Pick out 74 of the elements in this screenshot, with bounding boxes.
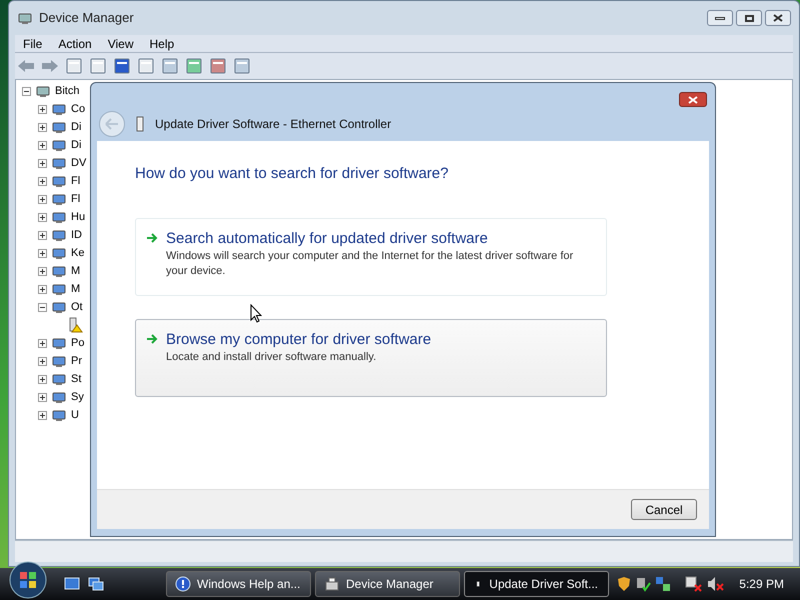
expand-icon[interactable] <box>38 392 47 402</box>
expand-icon[interactable] <box>38 284 47 294</box>
expand-icon[interactable] <box>38 176 47 186</box>
tree-item[interactable]: Fl <box>71 194 80 204</box>
show-desktop-icon[interactable] <box>64 577 80 591</box>
expand-icon[interactable] <box>38 338 47 348</box>
close-button[interactable] <box>679 92 707 107</box>
expand-icon[interactable] <box>38 212 47 222</box>
computer-icon <box>324 576 340 592</box>
back-arrow-icon <box>105 118 119 130</box>
tree-item[interactable]: Pr <box>71 356 82 366</box>
taskbar-button[interactable]: Update Driver Soft... <box>464 571 609 597</box>
arrow-icon <box>146 232 158 244</box>
mouse-pointer-icon <box>250 304 262 323</box>
option-description: Windows will search your computer and the Internet for the latest driver software for your device. <box>166 248 574 278</box>
maximize-button[interactable] <box>736 10 762 26</box>
tree-item[interactable]: ID <box>71 230 82 240</box>
collapse-icon[interactable] <box>22 86 31 96</box>
expand-icon[interactable] <box>38 374 47 384</box>
close-icon <box>773 14 783 22</box>
minimize-button[interactable] <box>707 10 733 26</box>
tree-item[interactable]: Fl <box>71 176 80 186</box>
expand-icon[interactable] <box>38 122 47 132</box>
close-button[interactable] <box>765 10 791 26</box>
menu-item[interactable]: Action <box>52 34 98 52</box>
expand-icon[interactable] <box>38 410 47 420</box>
expand-icon[interactable] <box>38 104 47 114</box>
menu-item[interactable]: File <box>17 34 48 52</box>
switch-windows-icon[interactable] <box>88 577 104 591</box>
tree-item[interactable]: Bitch <box>55 86 80 96</box>
network-icon[interactable] <box>655 576 672 592</box>
tree-item[interactable]: Hu <box>71 212 86 222</box>
expand-icon[interactable] <box>38 230 47 240</box>
taskbar-button[interactable]: Device Manager <box>315 571 460 597</box>
expand-icon[interactable] <box>38 158 47 168</box>
tree-item[interactable]: Sy <box>71 392 84 402</box>
collapse-icon[interactable] <box>38 302 47 312</box>
expand-icon[interactable] <box>38 356 47 366</box>
menu-item[interactable]: View <box>102 34 140 52</box>
shield-icon[interactable] <box>617 576 632 592</box>
menu-item[interactable]: Help <box>144 34 180 52</box>
tree-item[interactable]: DV <box>71 158 86 168</box>
arrow-icon <box>146 332 158 344</box>
tree-item[interactable]: Ke <box>71 248 84 258</box>
cancel-button[interactable]: Cancel <box>631 499 697 520</box>
tree-item[interactable]: Co <box>71 104 86 114</box>
tree-item[interactable]: M <box>71 284 80 294</box>
taskbar-button[interactable]: Windows Help an... <box>166 571 311 597</box>
dialog-title: Update Driver Software - Ethernet Controller <box>155 116 392 133</box>
option-title: Browse my computer for driver software <box>166 330 432 350</box>
window-title: Device Manager <box>39 9 134 28</box>
option-title: Search automatically for updated driver software <box>166 228 489 248</box>
tree-item[interactable]: Po <box>71 338 84 348</box>
option-link[interactable]: Browse my computer for driver software Locate and install driver software manually. <box>135 318 607 396</box>
tree-item[interactable]: Di <box>71 122 82 132</box>
clock[interactable]: 5:29 PM <box>739 575 784 593</box>
expand-icon[interactable] <box>38 266 47 276</box>
volume-muted-icon[interactable] <box>707 576 726 592</box>
expand-icon[interactable] <box>38 194 47 204</box>
tree-item[interactable]: Di <box>71 140 82 150</box>
dialog-heading: How do you want to search for driver software? <box>135 164 450 184</box>
network-disconnected-icon[interactable] <box>685 576 704 592</box>
close-icon <box>688 96 698 104</box>
network-card-icon <box>135 116 145 132</box>
expand-icon[interactable] <box>38 248 47 258</box>
option-link[interactable]: Search automatically for updated driver software Windows will search your computer and the Internet for the latest driver software for your device. <box>135 218 607 296</box>
tree-item[interactable]: U <box>71 410 79 420</box>
option-description: Locate and install driver software manually. <box>166 350 378 364</box>
warning-device-icon <box>67 317 83 333</box>
network-check-icon[interactable] <box>635 576 652 592</box>
tree-item[interactable]: M <box>71 266 80 276</box>
tree-item[interactable]: St <box>71 374 82 384</box>
expand-icon[interactable] <box>38 140 47 150</box>
tree-item[interactable]: Ot <box>71 302 83 312</box>
